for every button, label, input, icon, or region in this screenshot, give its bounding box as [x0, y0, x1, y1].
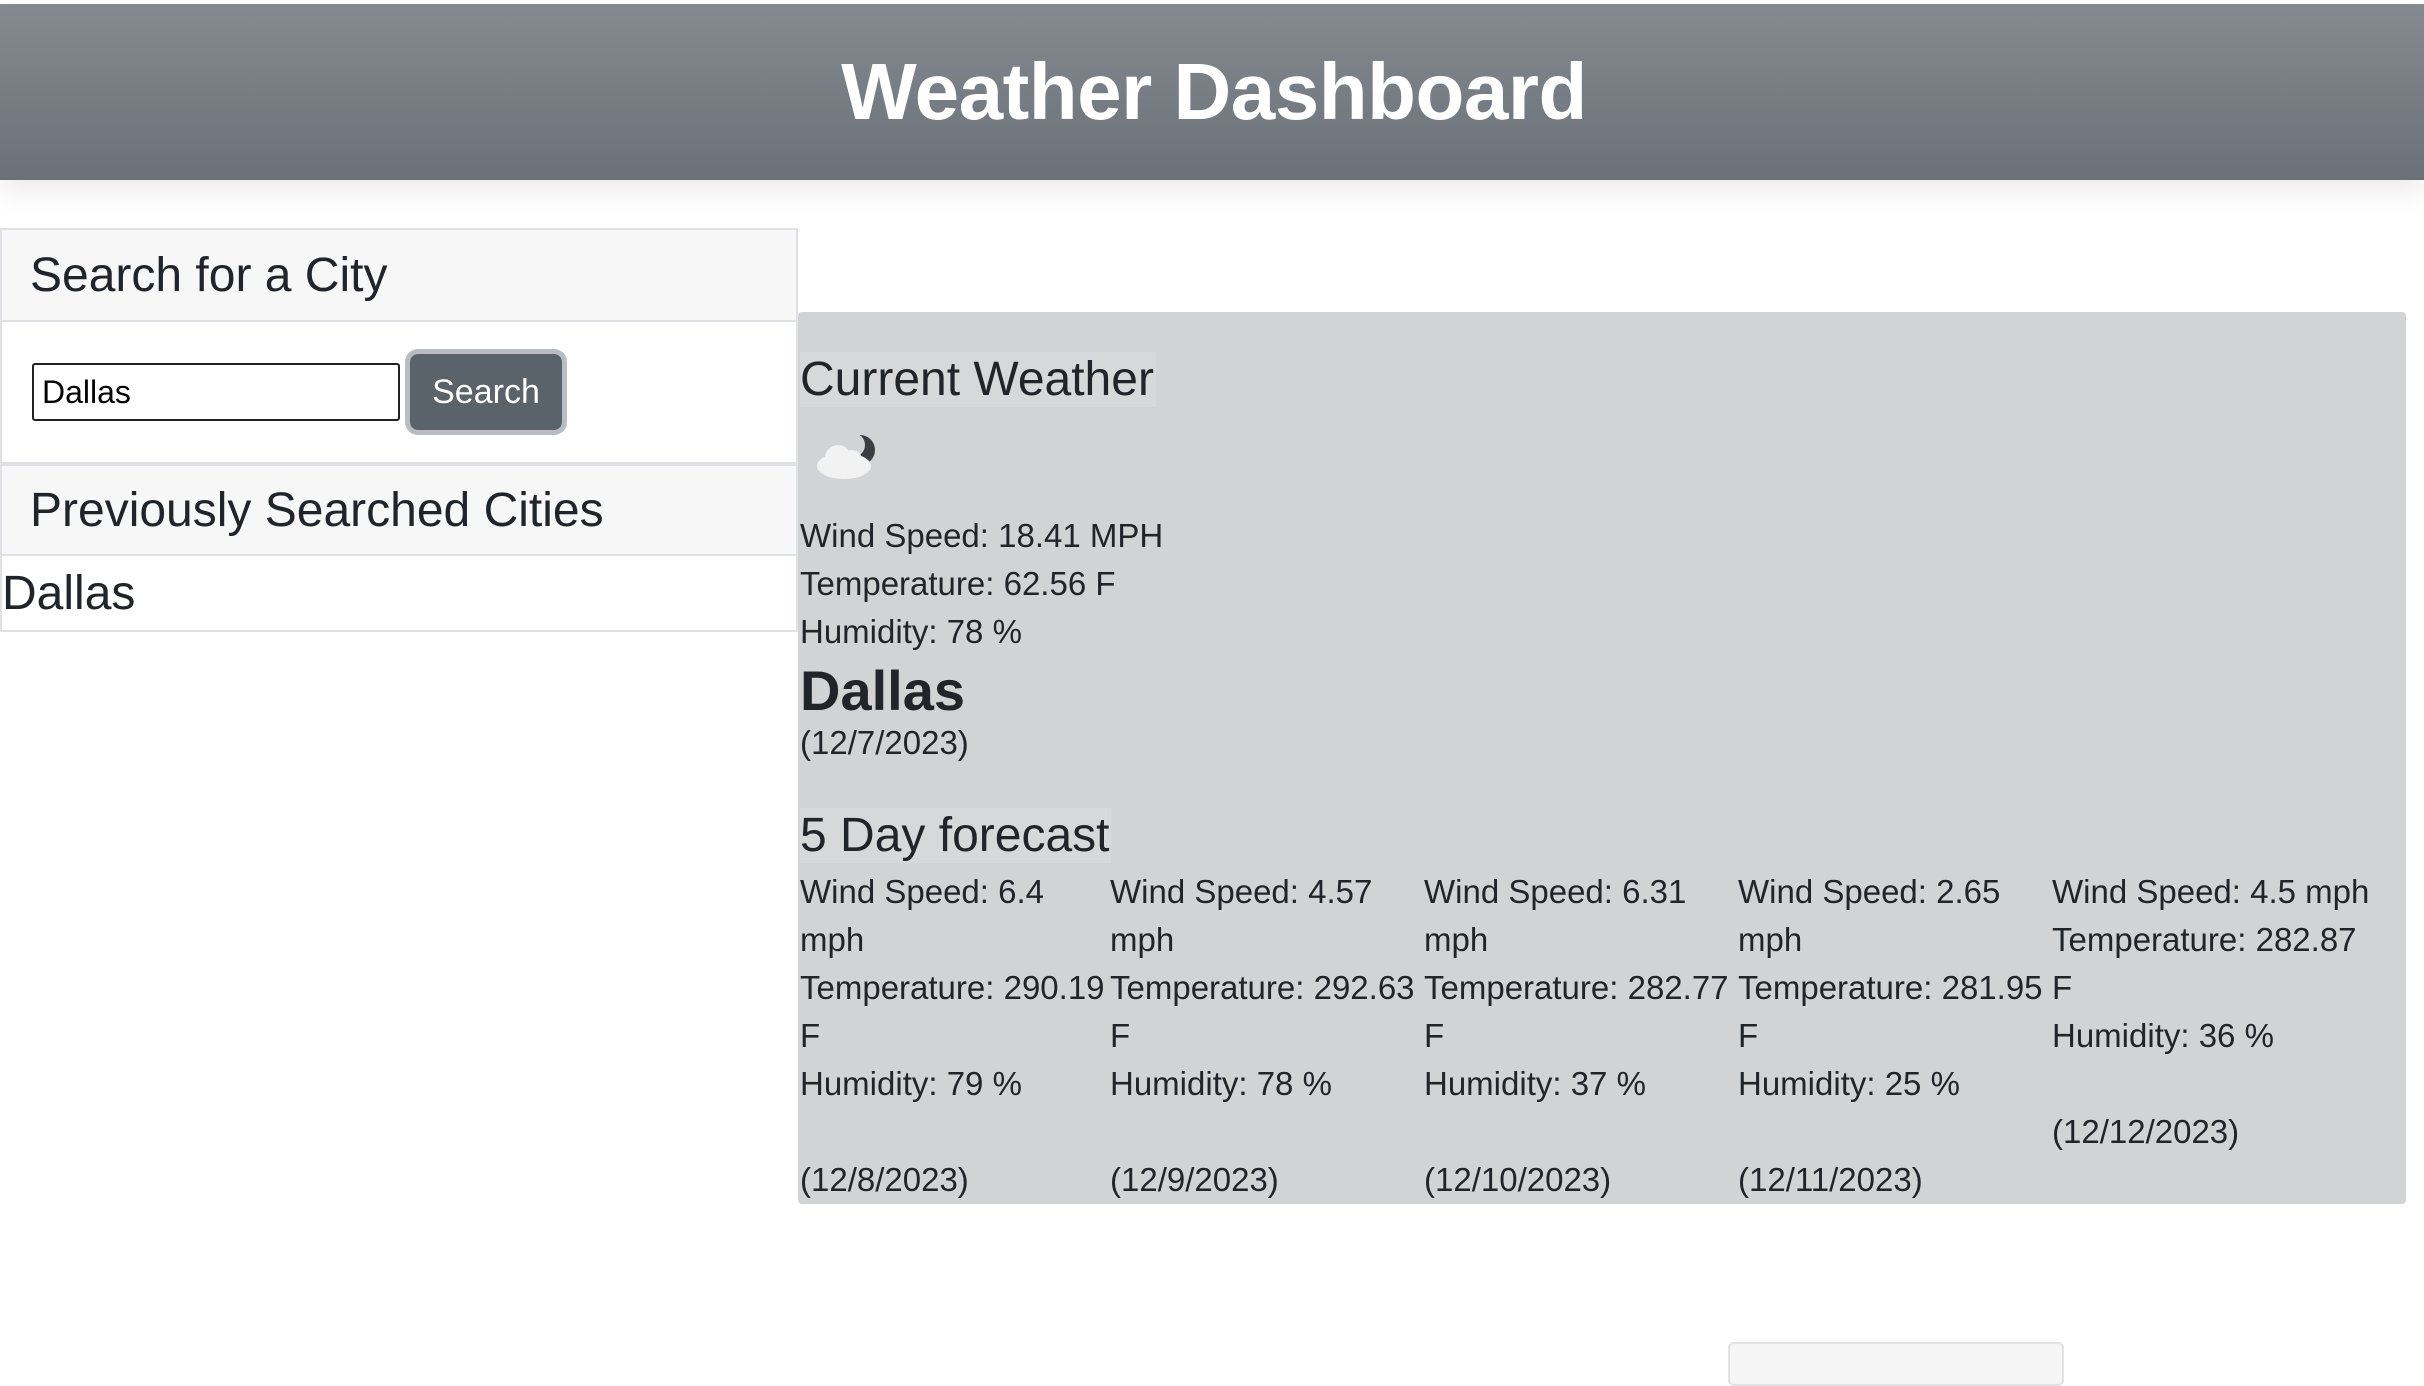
forecast-temperature: Temperature: 282.77 [1424, 969, 1729, 1006]
forecast-day-2: Wind Speed: 4.57 mph Temperature: 292.63… [1110, 868, 1415, 1204]
search-form: Search [2, 322, 796, 462]
forecast-temperature-unit: F [1110, 1017, 1131, 1054]
previous-cities-card: Previously Searched Cities Dallas [0, 464, 798, 632]
current-date: (12/7/2023) [800, 724, 969, 761]
current-humidity: Humidity: 78 % [800, 613, 1022, 650]
forecast-temperature: Temperature: 292.63 [1110, 969, 1415, 1006]
forecast-temperature: Temperature: 282.87 [2052, 921, 2357, 958]
forecast-wind-unit: mph [1424, 921, 1489, 958]
forecast-temperature-unit: F [1424, 1017, 1445, 1054]
partly-cloudy-night-icon [817, 433, 875, 479]
search-card-title: Search for a City [2, 230, 796, 322]
forecast-wind: Wind Speed: 6.4 [800, 873, 1044, 910]
weather-panel: Current Weather Wind Speed: 18.41 MPH Te… [798, 312, 2406, 1204]
forecast-wind-unit: mph [800, 921, 865, 958]
forecast-date: (12/10/2023) [1424, 1161, 1612, 1198]
forecast-temperature-unit: F [2052, 969, 2073, 1006]
forecast-humidity: Humidity: 25 % [1738, 1065, 1960, 1102]
forecast-wind: Wind Speed: 2.65 [1738, 873, 2001, 910]
search-card: Search for a City Search [0, 228, 798, 464]
forecast-date: (12/12/2023) [2052, 1113, 2240, 1150]
previous-cities-title: Previously Searched Cities [2, 464, 796, 556]
forecast-temperature-unit: F [800, 1017, 821, 1054]
forecast-date: (12/8/2023) [800, 1161, 969, 1198]
forecast-day-3: Wind Speed: 6.31 mph Temperature: 282.77… [1424, 868, 1729, 1204]
forecast-wind: Wind Speed: 4.5 mph [2052, 873, 2370, 910]
search-button[interactable]: Search [410, 354, 562, 430]
left-column: Search for a City Search Previously Sear… [0, 228, 798, 632]
forecast-date: (12/11/2023) [1738, 1161, 1923, 1198]
bottom-popup-tab[interactable] [1728, 1342, 2064, 1386]
forecast-temperature-unit: F [1738, 1017, 1759, 1054]
current-wind-speed: Wind Speed: 18.41 MPH [800, 517, 1164, 554]
forecast-humidity: Humidity: 36 % [2052, 1017, 2274, 1054]
forecast-humidity: Humidity: 37 % [1424, 1065, 1646, 1102]
forecast-wind: Wind Speed: 6.31 [1424, 873, 1687, 910]
previous-city-item[interactable]: Dallas [2, 556, 796, 630]
forecast-temperature: Temperature: 290.19 [800, 969, 1105, 1006]
forecast-day-5: Wind Speed: 4.5 mph Temperature: 282.87 … [2052, 868, 2369, 1156]
forecast-title: 5 Day forecast [800, 808, 1112, 863]
page-header: Weather Dashboard [0, 4, 2424, 180]
forecast-wind-unit: mph [1738, 921, 1803, 958]
current-temperature: Temperature: 62.56 F [800, 565, 1116, 602]
forecast-day-4: Wind Speed: 2.65 mph Temperature: 281.95… [1738, 868, 2043, 1204]
forecast-date: (12/9/2023) [1110, 1161, 1279, 1198]
forecast-temperature: Temperature: 281.95 [1738, 969, 2043, 1006]
current-weather-title: Current Weather [800, 352, 1156, 407]
current-city-name: Dallas [800, 659, 965, 722]
city-search-input[interactable] [32, 363, 400, 421]
forecast-wind-unit: mph [1110, 921, 1175, 958]
forecast-humidity: Humidity: 78 % [1110, 1065, 1332, 1102]
forecast-wind: Wind Speed: 4.57 [1110, 873, 1373, 910]
forecast-day-1: Wind Speed: 6.4 mph Temperature: 290.19 … [800, 868, 1105, 1204]
page-title: Weather Dashboard [841, 47, 1587, 136]
forecast-humidity: Humidity: 79 % [800, 1065, 1022, 1102]
